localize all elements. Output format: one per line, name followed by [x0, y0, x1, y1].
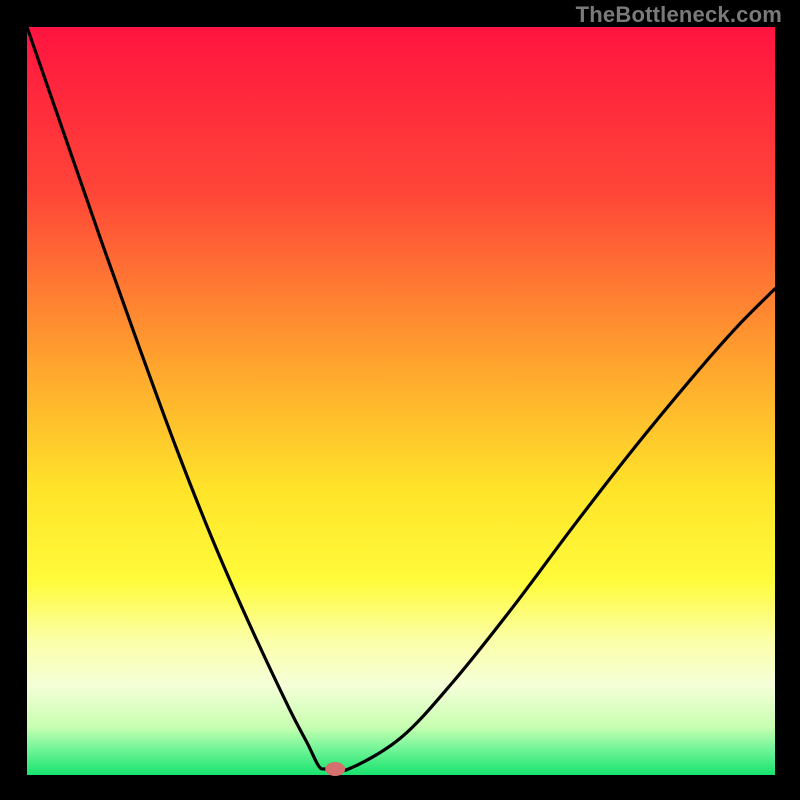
bottleneck-chart	[0, 0, 800, 800]
plot-background	[27, 27, 775, 775]
chart-frame: { "attribution": "TheBottleneck.com", "c…	[0, 0, 800, 800]
optimum-marker	[325, 762, 345, 776]
